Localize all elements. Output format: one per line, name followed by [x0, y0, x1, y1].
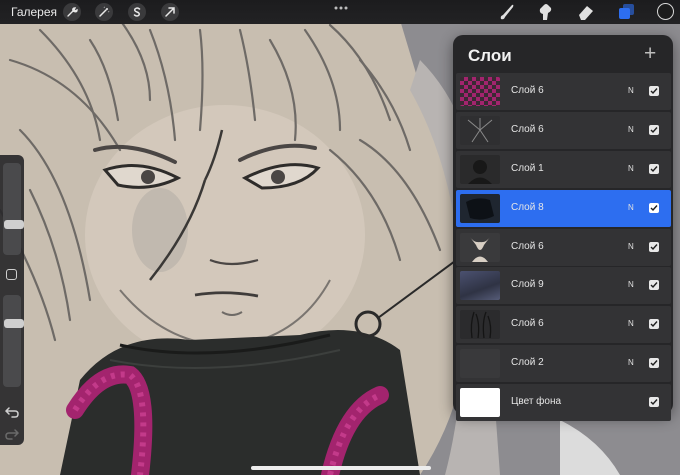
blend-mode-button[interactable]: N: [628, 164, 634, 173]
layer-thumbnail[interactable]: [460, 193, 500, 223]
layer-row[interactable]: Слой 6 N: [456, 306, 671, 344]
layer-row[interactable]: Слой 1 N: [456, 150, 671, 188]
layer-name: Слой 6: [511, 318, 544, 330]
layer-row[interactable]: Слой 6 N: [456, 73, 671, 110]
layer-thumbnail[interactable]: [460, 77, 500, 106]
visibility-checkbox[interactable]: [649, 358, 659, 369]
layer-thumbnail[interactable]: [460, 232, 500, 262]
visibility-checkbox[interactable]: [649, 397, 659, 408]
layer-name: Слой 6: [511, 85, 544, 96]
left-sidebar: [0, 155, 24, 445]
undo-icon[interactable]: [4, 405, 20, 419]
selection-icon[interactable]: [128, 3, 146, 21]
blend-mode-button[interactable]: N: [628, 125, 634, 134]
blend-mode-button[interactable]: N: [628, 86, 634, 95]
wrench-icon[interactable]: [63, 3, 81, 21]
magic-wand-icon[interactable]: [95, 3, 113, 21]
eraser-icon[interactable]: [576, 3, 596, 21]
modify-button[interactable]: [6, 269, 17, 280]
layer-row[interactable]: Слой 8 N: [456, 189, 671, 227]
transform-arrow-icon[interactable]: [161, 3, 179, 21]
blend-mode-button[interactable]: N: [628, 358, 634, 367]
blend-mode-button[interactable]: N: [628, 242, 634, 251]
layer-name: Цвет фона: [511, 396, 562, 408]
layer-thumbnail[interactable]: [460, 388, 500, 418]
layer-row[interactable]: Слой 2 N: [456, 345, 671, 383]
layer-thumbnail[interactable]: [460, 115, 500, 145]
layer-name: Слой 6: [511, 123, 544, 135]
add-layer-button[interactable]: +: [644, 43, 656, 64]
layer-thumbnail[interactable]: [460, 271, 500, 301]
brush-size-thumb[interactable]: [4, 220, 24, 229]
layer-name: Слой 1: [511, 162, 544, 174]
color-picker-swatch[interactable]: [657, 3, 674, 20]
blend-mode-button[interactable]: N: [628, 280, 634, 289]
layer-thumbnail[interactable]: [460, 349, 500, 379]
layer-name: Слой 9: [511, 279, 544, 291]
layer-name: Слой 8: [511, 201, 544, 213]
opacity-slider[interactable]: [3, 295, 24, 387]
brush-size-slider[interactable]: [3, 163, 24, 255]
redo-icon[interactable]: [4, 427, 20, 441]
more-options-icon[interactable]: [333, 5, 349, 11]
smudge-icon[interactable]: [535, 3, 555, 21]
visibility-checkbox[interactable]: [649, 163, 659, 174]
blend-mode-button[interactable]: N: [628, 319, 634, 328]
brush-icon[interactable]: [497, 3, 517, 21]
visibility-checkbox[interactable]: [649, 124, 659, 135]
layer-thumbnail[interactable]: [460, 154, 500, 184]
home-indicator: [251, 466, 431, 470]
panel-title: Слои: [468, 46, 512, 65]
visibility-checkbox[interactable]: [649, 241, 659, 252]
top-toolbar: Галерея: [0, 0, 680, 24]
layer-thumbnail[interactable]: [460, 310, 500, 340]
layer-row[interactable]: Слой 6 N: [456, 111, 671, 149]
visibility-checkbox[interactable]: [649, 86, 659, 96]
layer-row[interactable]: Слой 9 N: [456, 267, 671, 305]
layers-list: Слой 6 N Слой 6 N Слой 1 N Слой 8 N Слой 6 N Слой …: [456, 73, 671, 423]
layers-icon[interactable]: [616, 3, 636, 21]
layer-name: Слой 2: [511, 357, 544, 369]
opacity-thumb[interactable]: [4, 319, 24, 328]
blend-mode-button[interactable]: N: [628, 203, 634, 212]
layer-row[interactable]: Слой 6 N: [456, 228, 671, 266]
visibility-checkbox[interactable]: [649, 319, 659, 330]
visibility-checkbox[interactable]: [649, 202, 659, 213]
layers-panel: Слои + Слой 6 N Слой 6 N Слой 1 N Слой 8 N Слой …: [453, 35, 673, 422]
gallery-button[interactable]: Галерея: [11, 5, 57, 19]
visibility-checkbox[interactable]: [649, 280, 659, 291]
layer-name: Слой 6: [511, 240, 544, 252]
layer-row[interactable]: Цвет фона: [456, 384, 671, 422]
